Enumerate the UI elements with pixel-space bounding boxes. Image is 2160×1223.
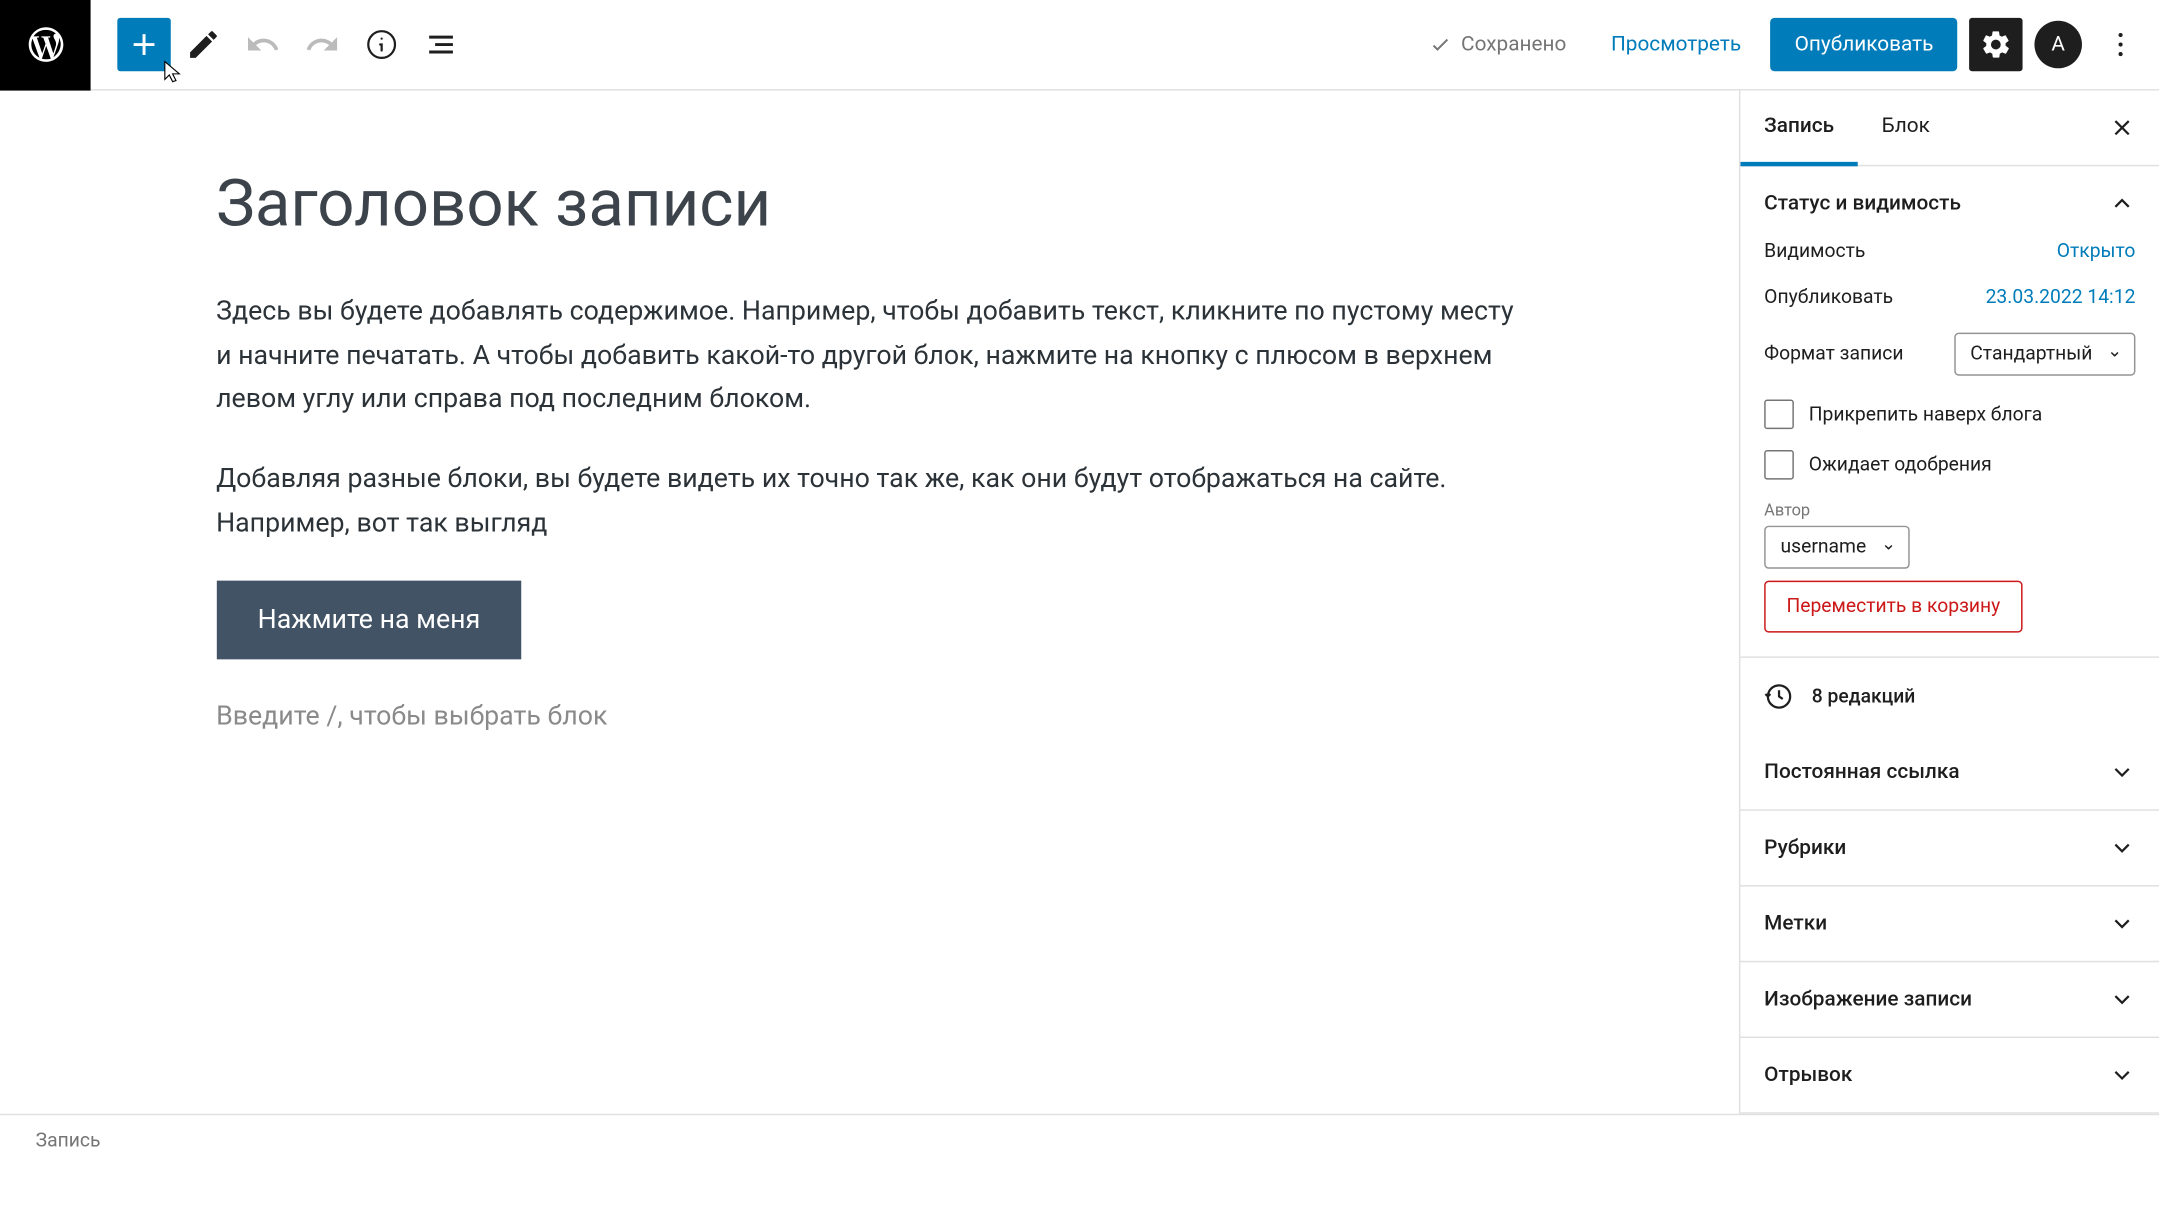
settings-button[interactable] [1969,18,2022,71]
author-select[interactable]: username [1764,526,1909,569]
chevron-up-icon [2109,190,2136,217]
format-select[interactable]: Стандартный [1954,333,2136,376]
pending-checkbox[interactable] [1764,450,1794,480]
chevron-down-icon [2109,1062,2136,1089]
edit-tool-button[interactable] [177,18,230,71]
tab-block[interactable]: Блок [1858,91,1954,165]
publish-button[interactable]: Опубликовать [1771,18,1957,71]
panel-featured-image[interactable]: Изображение записи [1740,962,2159,1036]
saved-status: Сохранено [1414,33,1582,57]
tab-post[interactable]: Запись [1740,91,1857,167]
panel-permalink[interactable]: Постоянная ссылка [1740,735,2159,809]
panel-excerpt[interactable]: Отрывок [1740,1038,2159,1112]
revisions-row[interactable]: 8 редакций [1740,658,2159,735]
close-icon [2109,114,2136,141]
redo-button[interactable] [296,18,349,71]
button-block[interactable]: Нажмите на меня [216,581,522,660]
top-toolbar: Сохранено Просмотреть Опубликовать A [0,0,2159,91]
history-icon [1764,682,1794,712]
wordpress-logo[interactable] [0,0,91,90]
info-button[interactable] [355,18,408,71]
pending-label: Ожидает одобрения [1809,454,1992,476]
more-options-button[interactable] [2094,18,2147,71]
close-sidebar-button[interactable] [2085,91,2159,165]
chevron-down-icon [2109,835,2136,862]
format-label: Формат записи [1764,343,1903,365]
block-placeholder[interactable]: Введите /, чтобы выбрать блок [216,702,1523,733]
panel-categories[interactable]: Рубрики [1740,811,2159,885]
publish-date-value[interactable]: 23.03.2022 14:12 [1986,287,2136,309]
panel-status-header[interactable]: Статус и видимость [1740,166,2159,240]
chevron-down-icon [2109,910,2136,937]
revisions-text: 8 редакций [1812,685,1916,707]
sticky-checkbox[interactable] [1764,399,1794,429]
author-label: Автор [1764,500,2135,519]
user-avatar[interactable]: A [2034,21,2082,69]
add-block-button[interactable] [117,18,170,71]
post-title-input[interactable]: Заголовок записи [216,165,1523,242]
panel-tags[interactable]: Метки [1740,887,2159,961]
chevron-down-icon [2109,986,2136,1013]
move-to-trash-button[interactable]: Переместить в корзину [1764,581,2022,633]
preview-button[interactable]: Просмотреть [1593,33,1759,57]
sticky-label: Прикрепить наверх блога [1809,403,2043,425]
paragraph-block-1[interactable]: Здесь вы будете добавлять содержимое. На… [216,290,1523,422]
saved-text: Сохранено [1461,33,1566,57]
undo-button[interactable] [236,18,289,71]
visibility-value[interactable]: Открыто [2057,241,2136,263]
visibility-label: Видимость [1764,241,1865,263]
settings-sidebar: Запись Блок Статус и видимость Видимость… [1739,91,2159,1168]
editor-canvas[interactable]: Заголовок записи Здесь вы будете добавля… [0,91,1739,1168]
outline-button[interactable] [414,18,467,71]
paragraph-block-2[interactable]: Добавляя разные блоки, вы будете видеть … [216,457,1523,545]
panel-status-title: Статус и видимость [1764,192,1961,216]
publish-date-label: Опубликовать [1764,287,1893,309]
breadcrumb-bar: Запись [0,1114,2159,1167]
chevron-down-icon [2109,759,2136,786]
check-icon [1428,33,1452,57]
